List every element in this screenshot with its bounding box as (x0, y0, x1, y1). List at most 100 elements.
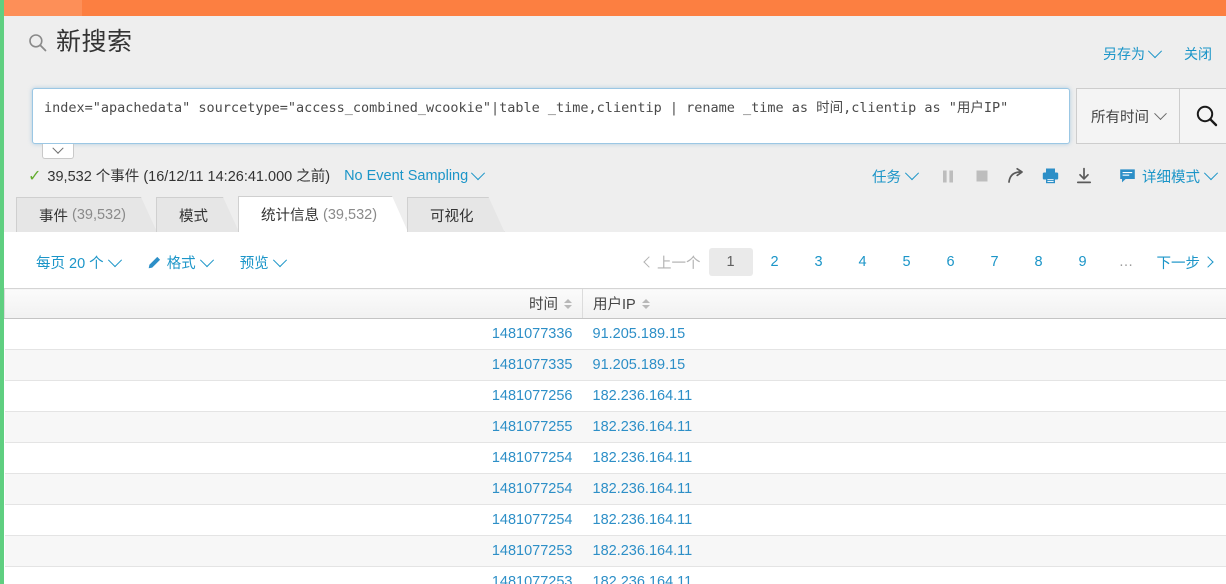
cell-time[interactable]: 1481077253 (4, 566, 583, 584)
table-row[interactable]: 1481077335 91.205.189.15 (4, 349, 1226, 381)
download-icon (1076, 167, 1092, 184)
job-status-row: ✓ 39,532 个事件 (16/12/11 14:26:41.000 之前) … (4, 160, 1226, 193)
event-sampling-dropdown[interactable]: No Event Sampling (344, 165, 486, 184)
results-toolbar: 每页 20 个 格式 预览 上一个 1 2 3 4 5 6 7 8 9 … 下一… (4, 232, 1226, 288)
search-box-resize-handle[interactable] (42, 142, 74, 159)
search-mode-label: 详细模式 (1142, 169, 1200, 186)
chevron-down-icon (1154, 106, 1167, 120)
pagination-page-2[interactable]: 2 (753, 248, 797, 276)
chevron-left-icon (643, 256, 655, 268)
pagination-page-6[interactable]: 6 (929, 248, 973, 276)
table-header-row: 时间 用户IP (4, 288, 1226, 319)
cell-userip[interactable]: 182.236.164.11 (582, 411, 1226, 443)
search-query-input[interactable]: index="apachedata" sourcetype="access_co… (32, 88, 1070, 144)
chevron-down-icon (107, 252, 122, 267)
tab-patterns[interactable]: 模式 (156, 197, 239, 232)
cell-time[interactable]: 1481077254 (4, 504, 583, 536)
pagination-prev[interactable]: 上一个 (637, 248, 709, 276)
pagination-page-9[interactable]: 9 (1061, 248, 1105, 276)
print-button[interactable] (1033, 163, 1067, 189)
chevron-down-icon (471, 165, 486, 180)
time-range-label: 所有时间 (1091, 109, 1149, 126)
preview-dropdown[interactable]: 预览 (240, 252, 287, 273)
search-icon (1196, 105, 1218, 127)
cell-userip[interactable]: 182.236.164.11 (582, 566, 1226, 584)
pencil-icon (148, 256, 160, 269)
cell-time[interactable]: 1481077253 (4, 535, 583, 567)
cell-time[interactable]: 1481077335 (4, 349, 583, 381)
stop-icon (976, 170, 988, 182)
cell-userip[interactable]: 91.205.189.15 (582, 318, 1226, 350)
pagination-page-3[interactable]: 3 (797, 248, 841, 276)
run-search-button[interactable] (1180, 88, 1226, 144)
cell-time[interactable]: 1481077256 (4, 380, 583, 412)
tab-statistics[interactable]: 统计信息 (39,532) (238, 196, 408, 232)
pause-button[interactable] (931, 163, 965, 189)
cell-time[interactable]: 1481077336 (4, 318, 583, 350)
tab-statistics-label: 统计信息 (261, 208, 320, 224)
pause-icon (943, 170, 953, 182)
pagination-page-7[interactable]: 7 (973, 248, 1017, 276)
cell-userip[interactable]: 182.236.164.11 (582, 442, 1226, 474)
job-menu-button[interactable]: 任务 (858, 166, 931, 187)
search-header: 新搜索 另存为 关闭 index="apachedata" sourcetype… (4, 16, 1226, 159)
pagination-prev-label: 上一个 (657, 255, 701, 272)
search-query-text: index="apachedata" sourcetype="access_co… (44, 100, 1009, 116)
event-count-text: 39,532 个事件 (16/12/11 14:26:41.000 之前) (47, 169, 331, 185)
pagination-page-5[interactable]: 5 (885, 248, 929, 276)
table-row[interactable]: 1481077255 182.236.164.11 (4, 411, 1226, 443)
format-dropdown[interactable]: 格式 (148, 252, 214, 273)
per-page-dropdown[interactable]: 每页 20 个 (36, 252, 122, 273)
table-row[interactable]: 1481077256 182.236.164.11 (4, 380, 1226, 412)
close-button[interactable]: 关闭 (1184, 44, 1212, 64)
pagination-page-8[interactable]: 8 (1017, 248, 1061, 276)
stop-button[interactable] (965, 163, 999, 189)
header-links: 另存为 关闭 (1103, 44, 1212, 64)
cell-userip[interactable]: 182.236.164.11 (582, 473, 1226, 505)
share-button[interactable] (999, 163, 1033, 189)
time-range-picker[interactable]: 所有时间 (1076, 88, 1180, 144)
splunk-search-page: 新搜索 另存为 关闭 index="apachedata" sourcetype… (0, 0, 1226, 584)
column-header-time[interactable]: 时间 (4, 288, 583, 319)
per-page-label: 每页 20 个 (36, 256, 104, 272)
cell-userip[interactable]: 182.236.164.11 (582, 535, 1226, 567)
pagination-next[interactable]: 下一步 (1149, 248, 1221, 276)
tab-visualization[interactable]: 可视化 (407, 197, 505, 232)
table-row[interactable]: 1481077254 182.236.164.11 (4, 504, 1226, 536)
save-as-button[interactable]: 另存为 (1103, 44, 1163, 64)
cell-time[interactable]: 1481077254 (4, 473, 583, 505)
pagination: 上一个 1 2 3 4 5 6 7 8 9 … 下一步 (637, 248, 1220, 276)
cell-userip[interactable]: 91.205.189.15 (582, 349, 1226, 381)
results-table-head: 时间 用户IP (4, 288, 1226, 319)
table-row[interactable]: 1481077254 182.236.164.11 (4, 473, 1226, 505)
cell-userip[interactable]: 182.236.164.11 (582, 380, 1226, 412)
tab-patterns-label: 模式 (179, 208, 209, 225)
pagination-next-label: 下一步 (1156, 255, 1201, 272)
job-menu-label: 任务 (872, 169, 901, 186)
pagination-page-1[interactable]: 1 (708, 248, 753, 276)
page-title-row: 新搜索 (28, 30, 133, 55)
cell-time[interactable]: 1481077255 (4, 411, 583, 443)
results-table-wrapper: 时间 用户IP 1481077336 91.205.189.15 1481077… (4, 288, 1226, 584)
table-row[interactable]: 1481077253 182.236.164.11 (4, 566, 1226, 584)
top-bar-left-block (4, 0, 82, 16)
column-header-time-label: 时间 (529, 297, 558, 313)
results-table: 时间 用户IP 1481077336 91.205.189.15 1481077… (4, 288, 1226, 584)
results-toolbar-left: 每页 20 个 格式 预览 (36, 252, 287, 273)
pagination-page-4[interactable]: 4 (841, 248, 885, 276)
chevron-down-icon (52, 142, 64, 154)
cell-time[interactable]: 1481077254 (4, 442, 583, 474)
print-icon (1042, 168, 1058, 184)
search-mode-dropdown[interactable]: 详细模式 (1101, 166, 1219, 187)
table-row[interactable]: 1481077253 182.236.164.11 (4, 535, 1226, 567)
save-as-label: 另存为 (1103, 46, 1145, 62)
table-row[interactable]: 1481077336 91.205.189.15 (4, 318, 1226, 350)
export-button[interactable] (1067, 163, 1101, 189)
tab-events[interactable]: 事件 (39,532) (16, 197, 157, 232)
tab-events-count: (39,532) (72, 207, 127, 223)
share-icon (1007, 167, 1023, 183)
table-row[interactable]: 1481077254 182.236.164.11 (4, 442, 1226, 474)
left-accent-strip (0, 0, 4, 584)
cell-userip[interactable]: 182.236.164.11 (582, 504, 1226, 536)
column-header-userip[interactable]: 用户IP (582, 288, 1226, 319)
